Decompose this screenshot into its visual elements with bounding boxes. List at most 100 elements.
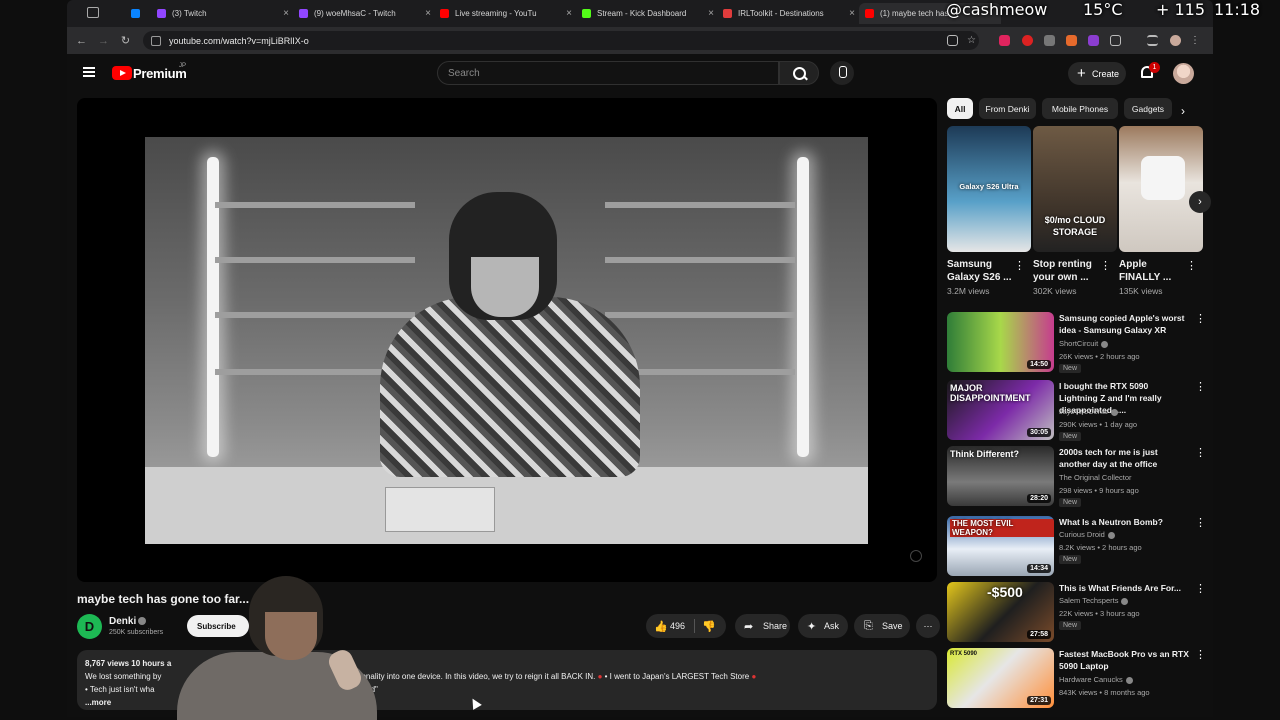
reload-icon[interactable]: ↻ [117,32,134,49]
irltoolkit-favicon-icon [723,9,732,18]
kebab-menu-icon[interactable]: ⋮ [1195,516,1206,529]
duration-badge: 14:34 [1027,564,1051,573]
short-title: Samsung Galaxy S26 ... [947,259,1012,283]
chip-all[interactable]: All [947,98,973,119]
verified-check-icon [1107,531,1115,539]
tab-close-icon[interactable]: × [283,8,289,19]
video-meta: 298 views • 9 hours ago [1059,486,1139,495]
kebab-menu-icon[interactable]: ⋮ [1195,380,1206,393]
tab-title: Stream - Kick Dashboard [597,9,687,18]
browser-tab[interactable]: Live streaming - YouTu × [434,3,576,24]
ask-label: Ask [824,621,840,631]
channel-name[interactable]: The Original Collector [1059,473,1132,482]
tab-title: (9) woeMhsaC - Twitch [314,9,396,18]
new-badge: New [1059,555,1082,564]
kebab-menu-icon[interactable]: ⋮ [1195,446,1206,459]
tab-close-icon[interactable]: × [708,8,714,19]
thumbnail-text: MAJOR DISAPPOINTMENT [950,383,1031,403]
kebab-menu-icon[interactable]: ⋮ [1195,582,1206,595]
video-player[interactable] [77,98,937,582]
recommended-video[interactable]: -$500 27:58 This is What Friends Are For… [947,582,1207,642]
channel-avatar[interactable]: D [77,614,102,639]
description-text: We lost something by [85,672,162,681]
install-app-icon[interactable] [947,35,958,46]
chip-scroll-right-icon[interactable]: › [1181,104,1185,118]
recommended-video[interactable]: RTX 5090 27:31 Fastest MacBook Pro vs an… [947,648,1207,708]
shorts-item[interactable]: Galaxy S26 Ultra Samsung Galaxy S26 ... … [947,126,1031,296]
browser-tab[interactable]: IRLToolkit - Destinations × [717,3,859,24]
extension-icon[interactable] [1088,35,1099,46]
browser-tab[interactable]: (9) woeMhsaC - Twitch × [293,3,435,24]
shorts-item[interactable]: Apple FINALLY ... 135K views ⋮ [1119,126,1203,296]
recommended-video[interactable]: Think Different? 28:20 2000s tech for me… [947,446,1207,507]
back-icon[interactable]: ← [73,32,90,49]
bookmark-star-icon[interactable]: ☆ [967,35,978,46]
share-button[interactable]: ➦ Share [735,614,790,638]
channel-name[interactable]: ShortCircuit [1059,339,1109,348]
tab-title: (1) maybe tech has [880,9,949,18]
extension-icon[interactable] [1022,35,1033,46]
tab-overview-icon[interactable] [87,7,99,18]
extensions-puzzle-icon[interactable] [1110,35,1121,46]
kebab-menu-icon[interactable]: ⋮ [1186,259,1197,272]
recommended-video[interactable]: THE MOST EVIL WEAPON? 14:34 What Is a Ne… [947,516,1207,576]
channel-name[interactable]: Hardware Canucks [1059,675,1133,684]
hamburger-menu-icon[interactable] [83,67,95,77]
extension-icon[interactable] [999,35,1010,46]
tab-close-icon[interactable]: × [566,8,572,19]
kebab-menu-icon[interactable]: ⋮ [1195,312,1206,325]
microphone-icon[interactable] [830,61,854,85]
more-horizontal-icon: ⋯ [923,620,933,631]
channel-name[interactable]: Salem Techsperts [1059,596,1129,605]
forward-icon[interactable]: → [95,32,112,49]
save-button[interactable]: ⎘ Save [854,614,910,638]
youtube-logo-icon[interactable] [112,66,132,80]
browser-tab[interactable]: (3) Twitch × [151,3,293,24]
create-button[interactable]: Create [1068,62,1126,85]
chip-gadgets[interactable]: Gadgets [1124,98,1172,119]
extension-icon[interactable] [1066,35,1077,46]
thumbnail-text: RTX 5090 [950,651,978,657]
light-bar [797,157,809,457]
thumbnail-text: -$500 [987,584,1023,600]
kebab-menu-icon[interactable]: ⋮ [1100,259,1111,272]
kebab-menu-icon[interactable]: ⋮ [1014,259,1025,272]
new-badge: New [1059,621,1082,630]
like-count[interactable]: 496 [670,621,685,631]
channel-watermark-icon[interactable] [910,550,922,562]
thumbs-down-icon[interactable]: 👎 [702,620,716,633]
description-link[interactable]: • I went to Japan's LARGEST Tech Store [605,672,750,681]
chip-from-denki[interactable]: From Denki [979,98,1036,119]
thumbs-up-icon[interactable]: 👍 [654,620,668,633]
tab-close-icon[interactable]: × [425,8,431,19]
new-badge: New [1059,364,1082,373]
account-avatar[interactable] [1173,63,1194,84]
channel-name[interactable]: JayzTwoCents [1059,407,1118,416]
chip-mobile-phones[interactable]: Mobile Phones [1042,98,1118,119]
recommended-video[interactable]: MAJOR DISAPPOINTMENT 30:05 I bought the … [947,380,1207,441]
address-bar[interactable]: youtube.com/watch?v=mjLiBRlIX-o [143,31,979,50]
search-input[interactable]: Search [437,61,779,85]
sparkle-icon: ✦ [807,620,817,633]
extension-icon[interactable] [1044,35,1055,46]
browser-menu-icon[interactable]: ⋮ [1190,35,1201,46]
subscriber-count: 250K subscribers [109,629,164,636]
shorts-item[interactable]: $0/mo CLOUD STORAGE Stop renting your ow… [1033,126,1117,296]
kebab-menu-icon[interactable]: ⋮ [1195,648,1206,661]
browser-tab[interactable]: Stream - Kick Dashboard × [576,3,718,24]
short-thumbnail [1119,126,1203,252]
channel-name[interactable]: Denki [109,616,136,627]
ask-button[interactable]: ✦ Ask [798,614,848,638]
share-label: Share [763,621,788,631]
address-url: youtube.com/watch?v=mjLiBRlIX-o [169,35,309,46]
recommended-video[interactable]: 14:50 Samsung copied Apple's worst idea … [947,312,1207,373]
channel-name[interactable]: Curious Droid [1059,530,1115,539]
tab-close-icon[interactable]: × [849,8,855,19]
search-icon[interactable] [779,61,819,85]
profile-avatar-icon[interactable] [1170,35,1181,46]
short-thumbnail: Galaxy S26 Ultra [947,126,1031,252]
more-actions-button[interactable]: ⋯ [916,614,940,638]
shorts-scroll-right-icon[interactable]: › [1189,191,1211,213]
site-info-icon[interactable] [151,35,161,46]
reading-list-icon[interactable] [1147,35,1158,46]
